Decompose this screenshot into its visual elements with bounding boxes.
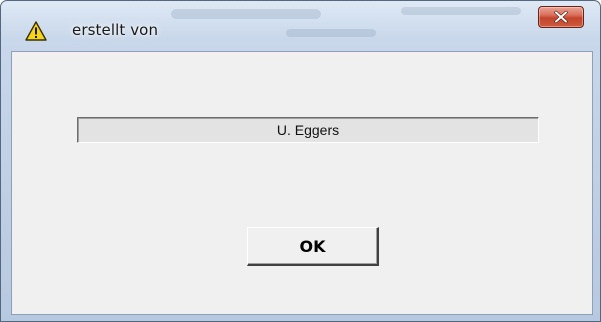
dialog-window: erstellt von U. Eggers OK	[0, 0, 601, 322]
title-bar[interactable]: erstellt von	[1, 1, 600, 51]
ok-button[interactable]: OK	[247, 227, 379, 266]
dialog-body: U. Eggers OK	[11, 51, 593, 315]
close-icon	[554, 10, 568, 24]
author-field: U. Eggers	[77, 117, 539, 143]
window-title: erstellt von	[72, 21, 159, 39]
close-button[interactable]	[538, 6, 584, 28]
warning-icon	[25, 21, 47, 41]
